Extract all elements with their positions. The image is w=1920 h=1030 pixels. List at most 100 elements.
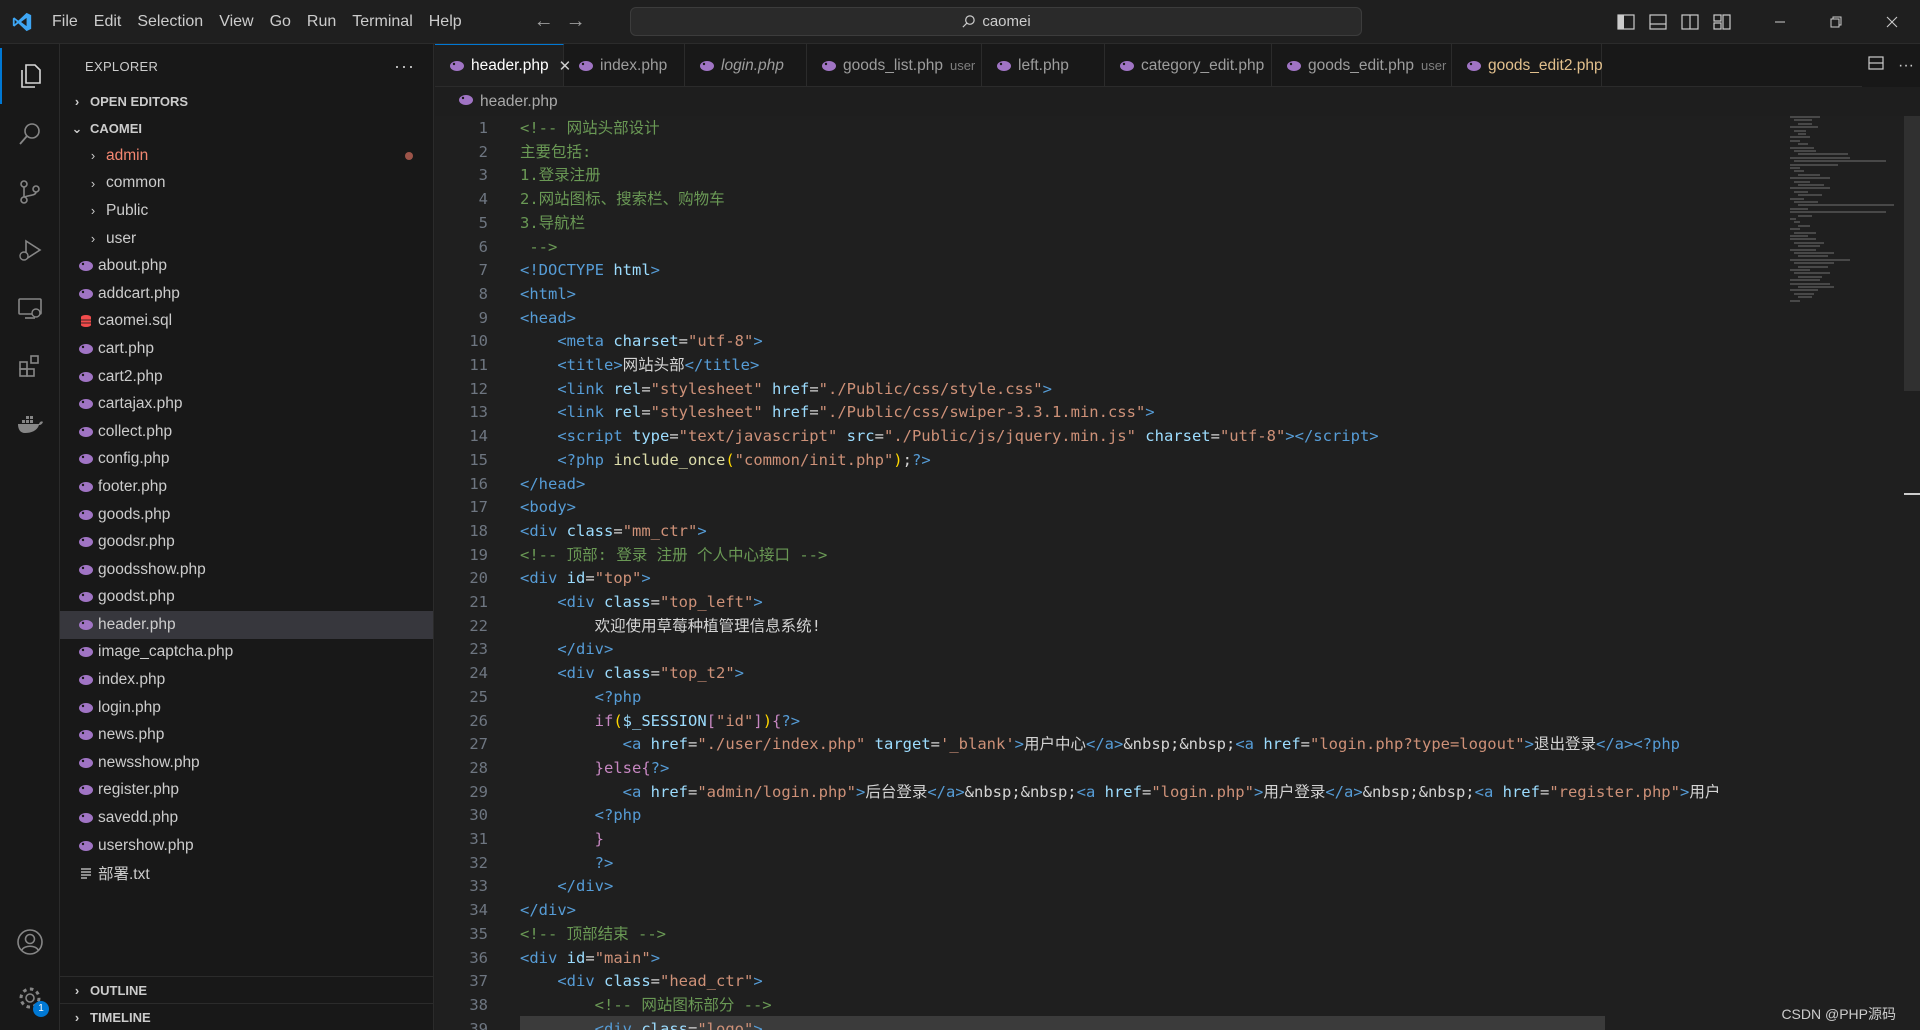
code-line[interactable]: 10 <meta charset="utf-8"> <box>435 330 1784 354</box>
menu-help[interactable]: Help <box>421 0 470 44</box>
code-line[interactable]: 5 3.导航栏 <box>435 212 1784 236</box>
menu-view[interactable]: View <box>211 0 261 44</box>
file-item[interactable]: collect.php <box>60 418 433 446</box>
file-item[interactable]: news.php <box>60 721 433 749</box>
source-control-icon[interactable] <box>0 164 60 220</box>
open-editors-section[interactable]: › OPEN EDITORS <box>60 88 433 115</box>
workspace-root-section[interactable]: ⌄ CAOMEI <box>60 115 433 142</box>
forward-arrow-icon[interactable]: → <box>566 10 586 33</box>
file-item[interactable]: goodsshow.php <box>60 556 433 584</box>
code-line[interactable]: 30 <?php <box>435 804 1784 828</box>
close-window-icon[interactable] <box>1864 0 1920 44</box>
code-line[interactable]: 33 </div> <box>435 875 1784 899</box>
code-line[interactable]: 27 <a href="./user/index.php" target='_b… <box>435 733 1784 757</box>
minimize-icon[interactable] <box>1752 0 1808 44</box>
menu-selection[interactable]: Selection <box>129 0 211 44</box>
scrollbar-thumb[interactable] <box>1904 116 1920 391</box>
more-editor-actions-icon[interactable]: ··· <box>1898 57 1914 75</box>
code-line[interactable]: 29 <a href="admin/login.php">后台登录</a>&nb… <box>435 781 1784 805</box>
split-editor-icon[interactable] <box>1868 55 1884 76</box>
folder-item[interactable]: › admin <box>60 142 433 170</box>
file-item[interactable]: about.php <box>60 252 433 280</box>
code-line[interactable]: 26 if($_SESSION["id"]){?> <box>435 710 1784 734</box>
code-line[interactable]: 24 <div class="top_t2"> <box>435 662 1784 686</box>
code-line[interactable]: 22 欢迎使用草莓种植管理信息系统! <box>435 615 1784 639</box>
command-center-search[interactable]: caomei <box>630 7 1362 36</box>
code-line[interactable]: 1 <!-- 网站头部设计 <box>435 117 1784 141</box>
file-item[interactable]: register.php <box>60 777 433 805</box>
file-item[interactable]: cart2.php <box>60 363 433 391</box>
file-item[interactable]: savedd.php <box>60 804 433 832</box>
file-item[interactable]: cartajax.php <box>60 390 433 418</box>
toggle-panel-icon[interactable] <box>1642 0 1674 44</box>
file-item[interactable]: goodsr.php <box>60 528 433 556</box>
code-line[interactable]: 9 <head> <box>435 307 1784 331</box>
code-editor[interactable]: 1 <!-- 网站头部设计 2 主要包括: 3 1.登录注册 4 2.网站图标、搜索栏、购物车… <box>435 116 1784 1030</box>
code-line[interactable]: 8 <html> <box>435 283 1784 307</box>
file-item[interactable]: config.php <box>60 446 433 474</box>
code-line[interactable]: 23 </div> <box>435 638 1784 662</box>
more-actions-icon[interactable]: ··· <box>394 56 415 77</box>
code-line[interactable]: 35 <!-- 顶部结束 --> <box>435 923 1784 947</box>
code-line[interactable]: 14 <script type="text/javascript" src=".… <box>435 425 1784 449</box>
search-view-icon[interactable] <box>0 106 60 162</box>
extensions-icon[interactable] <box>0 338 60 394</box>
code-line[interactable]: 18 <div class="mm_ctr"> <box>435 520 1784 544</box>
code-line[interactable]: 34 </div> <box>435 899 1784 923</box>
code-line[interactable]: 17 <body> <box>435 496 1784 520</box>
vertical-scrollbar[interactable] <box>1904 116 1920 1030</box>
code-line[interactable]: 4 2.网站图标、搜索栏、购物车 <box>435 188 1784 212</box>
file-item[interactable]: newsshow.php <box>60 749 433 777</box>
file-item[interactable]: addcart.php <box>60 280 433 308</box>
code-line[interactable]: 31 } <box>435 828 1784 852</box>
code-line[interactable]: 7 <!DOCTYPE html> <box>435 259 1784 283</box>
menu-file[interactable]: File <box>44 0 86 44</box>
code-line[interactable]: 28 }else{?> <box>435 757 1784 781</box>
code-line[interactable]: 39 <div class="logo"> <box>435 1018 1784 1030</box>
file-item[interactable]: goods.php <box>60 501 433 529</box>
tab-goods_edit2-php[interactable]: goods_edit2.php <box>1452 44 1603 86</box>
customize-layout-icon[interactable] <box>1706 0 1738 44</box>
outline-section[interactable]: › OUTLINE <box>60 976 434 1003</box>
folder-item[interactable]: › common <box>60 170 433 198</box>
minimap[interactable] <box>1784 116 1904 1030</box>
file-item[interactable]: image_captcha.php <box>60 639 433 667</box>
accounts-icon[interactable] <box>0 914 60 970</box>
code-line[interactable]: 32 ?> <box>435 852 1784 876</box>
breadcrumb-file[interactable]: header.php <box>480 93 558 111</box>
manage-gear-icon[interactable]: 1 <box>0 970 60 1026</box>
remote-explorer-icon[interactable] <box>0 280 60 336</box>
code-line[interactable]: 37 <div class="head_ctr"> <box>435 970 1784 994</box>
code-line[interactable]: 3 1.登录注册 <box>435 164 1784 188</box>
menu-go[interactable]: Go <box>262 0 299 44</box>
file-item[interactable]: cart.php <box>60 335 433 363</box>
file-item[interactable]: caomei.sql <box>60 308 433 336</box>
toggle-primary-sidebar-icon[interactable] <box>1610 0 1642 44</box>
code-line[interactable]: 2 主要包括: <box>435 141 1784 165</box>
tab-goods_list-php[interactable]: goods_list.php user <box>807 44 982 86</box>
tab-header-php[interactable]: header.php ✕ <box>435 44 571 86</box>
code-line[interactable]: 13 <link rel="stylesheet" href="./Public… <box>435 401 1784 425</box>
tab-login-php[interactable]: login.php <box>685 44 807 86</box>
code-line[interactable]: 12 <link rel="stylesheet" href="./Public… <box>435 378 1784 402</box>
file-item[interactable]: usershow.php <box>60 832 433 860</box>
code-line[interactable]: 38 <!-- 网站图标部分 --> <box>435 994 1784 1018</box>
tab-category_edit-php[interactable]: category_edit.php <box>1105 44 1272 86</box>
folder-item[interactable]: › Public <box>60 197 433 225</box>
folder-item[interactable]: › user <box>60 225 433 253</box>
code-line[interactable]: 6 --> <box>435 236 1784 260</box>
code-line[interactable]: 15 <?php include_once("common/init.php")… <box>435 449 1784 473</box>
code-line[interactable]: 25 <?php <box>435 686 1784 710</box>
code-line[interactable]: 20 <div id="top"> <box>435 567 1784 591</box>
menu-run[interactable]: Run <box>299 0 344 44</box>
code-line[interactable]: 11 <title>网站头部</title> <box>435 354 1784 378</box>
back-arrow-icon[interactable]: ← <box>534 10 554 33</box>
code-line[interactable]: 21 <div class="top_left"> <box>435 591 1784 615</box>
file-item[interactable]: header.php <box>60 611 433 639</box>
timeline-section[interactable]: › TIMELINE <box>60 1003 434 1030</box>
file-item[interactable]: index.php <box>60 666 433 694</box>
tab-goods_edit-php[interactable]: goods_edit.php user <box>1272 44 1452 86</box>
file-item[interactable]: login.php <box>60 694 433 722</box>
file-item[interactable]: 部署.txt <box>60 859 433 887</box>
toggle-secondary-sidebar-icon[interactable] <box>1674 0 1706 44</box>
